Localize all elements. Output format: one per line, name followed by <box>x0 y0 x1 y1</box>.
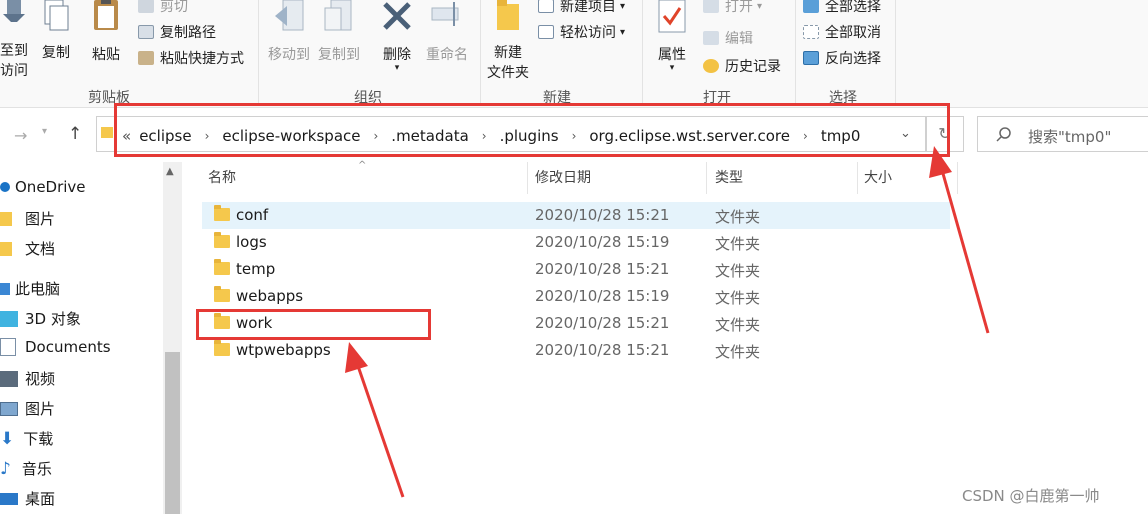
annotation-arrows <box>345 146 990 498</box>
annotation-arrow-icon <box>345 342 405 498</box>
annotation-arrow-icon <box>929 146 990 334</box>
watermark: CSDN @白鹿第一帅 <box>962 487 1100 505</box>
